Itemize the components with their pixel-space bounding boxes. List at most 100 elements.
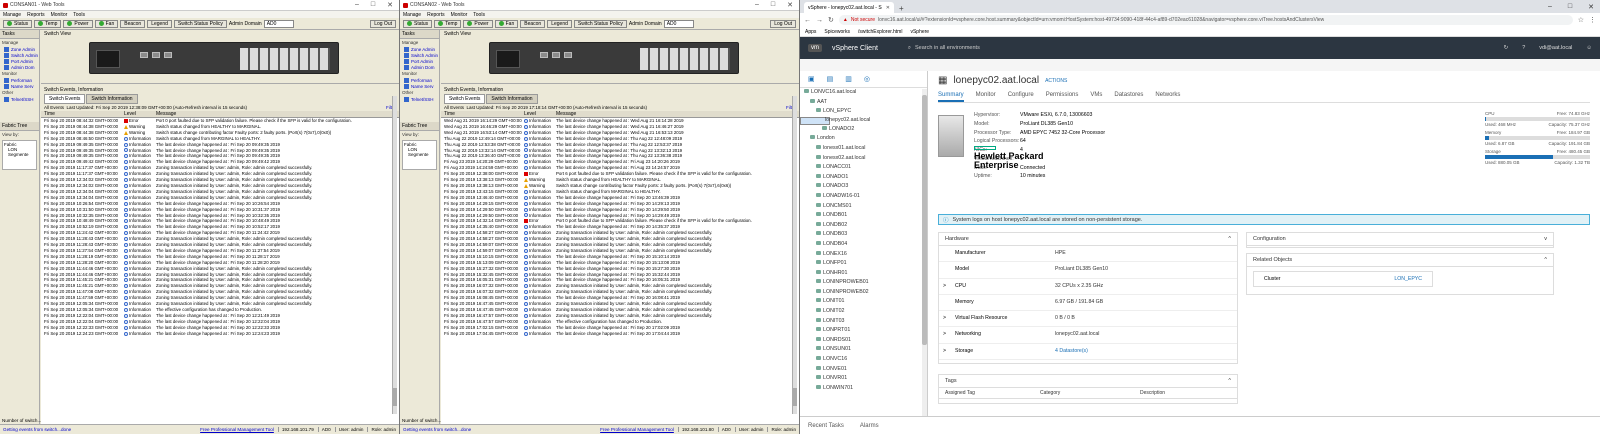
tree-node[interactable]: lonesx01.aat.local [800,144,927,154]
tree-node[interactable]: London [800,134,927,144]
tree-node[interactable]: LONSUN01 [800,345,927,355]
reload-icon[interactable]: ↻ [828,16,834,24]
admin-domain-select[interactable]: AD0 [263,19,294,28]
legend-button[interactable]: Legend [547,19,572,28]
task-admin-domain[interactable]: Admin Dom [0,64,39,70]
menu-monitor[interactable]: Monitor [51,12,68,18]
recent-tasks-tab[interactable]: Recent Tasks [808,423,844,429]
maximize-icon[interactable]: □ [1568,3,1572,11]
expand-icon[interactable]: > [943,311,955,326]
browser-tab[interactable]: vSphere - lonepyc02.aat.local - S ✕ [804,2,894,13]
menu-tools[interactable]: Tools [473,12,485,18]
col-level[interactable]: Level [124,111,156,117]
serial-port[interactable] [152,52,160,58]
usb-port[interactable] [164,52,172,58]
tab-switch-events[interactable]: Switch Events [444,94,486,104]
col-assigned-tag[interactable]: Assigned Tag [945,390,1040,396]
tree-node[interactable]: LONRDS01 [800,336,927,346]
collapse-icon[interactable]: ^ [1544,257,1547,263]
switch-status-policy-button[interactable]: Switch Status Policy [173,19,227,28]
col-message[interactable]: Message [556,111,796,117]
scroll-thumb[interactable] [393,388,397,406]
menu-reports[interactable]: Reports [427,12,445,18]
scroll-thumb[interactable] [793,388,797,406]
tree-node-segmented[interactable]: Segmente [4,152,35,157]
star-icon[interactable]: ☆ [1578,16,1584,24]
menu-manage[interactable]: Manage [3,12,21,18]
mgmt-port[interactable] [540,52,548,58]
tree-node[interactable]: LONVR01 [800,374,927,384]
task-zone-admin[interactable]: Zone Admin [0,46,39,52]
tab-vms[interactable]: VMs [1090,92,1102,102]
tree-node[interactable]: LONDB03 [800,230,927,240]
new-tab-icon[interactable]: + [894,4,909,13]
smiley-icon[interactable]: ☺ [1586,45,1592,51]
forward-icon[interactable]: → [816,17,823,24]
task-name-server[interactable]: Name Serv [400,83,439,89]
tree-node[interactable]: LONIT02 [800,307,927,317]
hardware-row[interactable]: Memory 6.97 GB / 191.84 GB [939,295,1237,312]
alarms-tab[interactable]: Alarms [860,423,879,429]
tree-node[interactable]: LONDB04 [800,240,927,250]
col-description[interactable]: Description [1140,390,1231,396]
menu-manage[interactable]: Manage [403,12,421,18]
tree-node[interactable]: LONWIN701 [800,384,927,394]
tree-node[interactable]: LONADO3 [800,182,927,192]
fan-button[interactable]: Fan [94,19,119,28]
task-telnet[interactable]: Telnet/SSH [400,96,439,102]
tab-configure[interactable]: Configure [1008,92,1034,102]
task-telnet[interactable]: Telnet/SSH [0,96,39,102]
tree-node[interactable]: LONINPROWEB02 [800,288,927,298]
fpmt-link[interactable]: Free Professional Management Tool [600,427,674,432]
hardware-row[interactable]: > Storage 4 Datastore(s) [939,344,1237,361]
close-icon[interactable]: ✕ [787,1,793,9]
switch-faceplate[interactable] [489,42,739,74]
actions-menu[interactable]: ACTIONS [1045,78,1067,84]
user-menu[interactable]: vdi@aat.local [1539,45,1572,51]
col-time[interactable]: Time [444,111,524,117]
event-row[interactable]: Fri Sep 20 2019 17:04:45 GMT+00:00 Inform… [441,331,799,337]
tree-node[interactable]: LONHR01 [800,269,927,279]
tab-datastores[interactable]: Datastores [1114,92,1143,102]
bookmark-apps[interactable]: Apps [805,29,816,35]
tree-node[interactable]: LONVE01 [800,365,927,375]
tree-node[interactable]: LONADO2 [800,125,927,135]
task-name-server[interactable]: Name Serv [0,83,39,89]
refresh-icon[interactable]: ↻ [1504,45,1509,51]
switch-status-policy-button[interactable]: Switch Status Policy [573,19,627,28]
tree-node[interactable]: LONACC01 [800,163,927,173]
hardware-value[interactable]: 4 Datastore(s) [1055,344,1233,359]
tree-node[interactable]: LONCMS01 [800,202,927,212]
col-category[interactable]: Category [1040,390,1140,396]
tree-node[interactable]: LONINPROWEB01 [800,278,927,288]
help-icon[interactable]: ? [1522,45,1525,51]
tree-node[interactable]: LONEX16 [800,250,927,260]
vms-templates-icon[interactable]: ▤ [827,75,834,83]
usb-port[interactable] [564,52,572,58]
tree-node[interactable]: LONVC16 [800,355,927,365]
status-button[interactable]: Status [403,19,433,28]
tab-switch-information[interactable]: Switch Information [86,94,138,104]
configuration-title[interactable]: Configuration [1253,236,1286,242]
logout-button[interactable]: Log Out [370,19,396,28]
tab-close-icon[interactable]: ✕ [886,5,890,11]
tree-node[interactable]: LONIT03 [800,317,927,327]
expand-icon[interactable]: v [1544,236,1547,242]
tab-monitor[interactable]: Monitor [976,92,996,102]
col-level[interactable]: Level [524,111,556,117]
minimize-icon[interactable]: – [755,1,759,9]
hardware-row[interactable]: > CPU 32 CPUs x 2.35 GHz [939,279,1237,295]
hardware-row[interactable]: > Virtual Flash Resource 0 B / 0 B [939,311,1237,328]
col-time[interactable]: Time [44,111,124,117]
bookmark-spiceworks[interactable]: Spiceworks [824,29,850,35]
hardware-row[interactable]: > Networking lonepyc02.aat.local [939,327,1237,344]
fpmt-link[interactable]: Free Professional Management Tool [200,427,274,432]
power-button[interactable]: Power [463,19,493,28]
col-message[interactable]: Message [156,111,396,117]
fabric-tree[interactable]: Fabric LON Segmente [402,140,437,170]
logout-button[interactable]: Log Out [770,19,796,28]
cluster-link[interactable]: LON_EPYC [1394,276,1422,282]
tree-node[interactable]: lonesx02.aat.local [800,154,927,164]
tree-node[interactable]: AAT [800,98,927,108]
tree-node[interactable]: LONADW16-01 [800,192,927,202]
